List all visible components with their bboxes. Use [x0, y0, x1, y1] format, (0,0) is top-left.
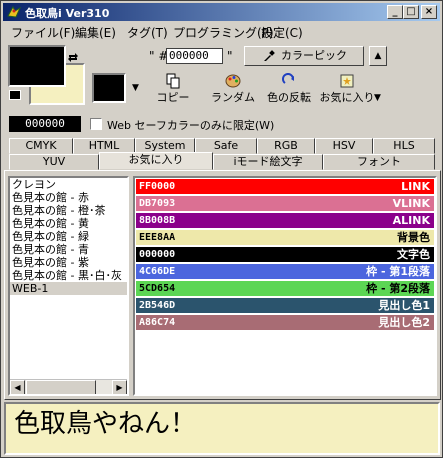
tab-hls[interactable]: HLS: [373, 138, 435, 154]
invert-button[interactable]: 色の反転: [263, 73, 315, 105]
color-entry-row[interactable]: 8B008B ALINK: [136, 213, 434, 229]
collapse-up-button[interactable]: ▲: [369, 46, 387, 66]
invert-icon: [282, 73, 294, 84]
list-item[interactable]: 色見本の館 - 緑: [10, 230, 127, 243]
websafe-checkbox[interactable]: [90, 118, 102, 130]
color-entry-name: LINK: [401, 180, 430, 193]
copy-icon: [166, 73, 180, 89]
color-entry-row[interactable]: EEE8AA 背景色: [136, 230, 434, 246]
list-item[interactable]: 色見本の館 - 黒･白･灰: [10, 269, 127, 282]
color-pick-button[interactable]: カラーピック: [244, 46, 364, 66]
tab-imode-emoji[interactable]: iモード絵文字: [213, 154, 323, 170]
color-entry-hex: DB7093: [139, 198, 176, 209]
list-item[interactable]: 色見本の館 - 橙･茶: [10, 204, 127, 217]
favorite-dropdown-icon[interactable]: ▼: [374, 93, 381, 103]
color-entry-hex: 4C66DE: [139, 266, 176, 277]
scroll-thumb[interactable]: [26, 380, 96, 394]
maximize-icon: □: [406, 6, 416, 17]
favorite-button[interactable]: お気に入り: [319, 73, 375, 105]
color-entry-row[interactable]: FF0000 LINK: [136, 179, 434, 195]
tab-rgb[interactable]: RGB: [257, 138, 315, 154]
menu-settings[interactable]: 設定(C): [261, 24, 303, 41]
scroll-left-icon[interactable]: ◀: [10, 380, 25, 394]
color-entry-hex: 5CD654: [139, 283, 176, 294]
random-label: ランダム: [211, 91, 255, 104]
favorites-list[interactable]: クレヨン 色見本の館 - 赤 色見本の館 - 橙･茶 色見本の館 - 黄 色見本…: [8, 176, 129, 396]
close-icon: ×: [424, 6, 434, 17]
color-entry-row[interactable]: 4C66DE 枠 - 第1段落: [136, 264, 434, 280]
list-item[interactable]: クレヨン: [10, 178, 127, 191]
favorite-icon: [340, 74, 354, 88]
menu-tag[interactable]: タグ(T): [127, 24, 168, 41]
color-entry-row[interactable]: 2B546D 見出し色1: [136, 298, 434, 314]
preview-text: 色取鳥やねん！: [4, 402, 440, 455]
color-entry-name: 枠 - 第1段落: [366, 265, 430, 278]
tab-hsv[interactable]: HSV: [315, 138, 373, 154]
color-entry-row[interactable]: DB7093 VLINK: [136, 196, 434, 212]
list-item[interactable]: 色見本の館 - 黄: [10, 217, 127, 230]
small-color-swatch[interactable]: [92, 73, 126, 103]
color-entry-name: 文字色: [397, 248, 430, 261]
color-entry-name: 見出し色1: [378, 299, 430, 312]
list-item-selected[interactable]: WEB-1: [10, 282, 127, 295]
maximize-button[interactable]: □: [403, 5, 419, 19]
websafe-label[interactable]: Web セーフカラーのみに限定(W): [107, 117, 274, 133]
color-entry-name: VLINK: [392, 197, 430, 210]
color-entry-name: 背景色: [397, 231, 430, 244]
list-item[interactable]: 色見本の館 - 赤: [10, 191, 127, 204]
menu-file[interactable]: ファイル(F): [11, 24, 75, 41]
favorite-label: お気に入り: [319, 91, 375, 104]
tab-font[interactable]: フォント: [323, 154, 435, 170]
reset-colors-icon[interactable]: [9, 90, 21, 100]
color-entry-hex: 2B546D: [139, 300, 176, 311]
color-entry-row[interactable]: 5CD654 枠 - 第2段落: [136, 281, 434, 297]
color-entry-hex: 000000: [139, 249, 176, 260]
menu-bar: ファイル(F) 編集(E) タグ(T) プログラミング(P) 設定(C): [3, 22, 440, 40]
swap-colors-icon[interactable]: [67, 51, 79, 63]
color-entry-row[interactable]: 000000 文字色: [136, 247, 434, 263]
scroll-right-icon[interactable]: ▶: [112, 380, 127, 394]
chevron-down-icon[interactable]: ▼: [132, 83, 139, 93]
hex-input[interactable]: 000000: [166, 48, 223, 64]
color-entry-name: ALINK: [392, 214, 430, 227]
tab-cmyk[interactable]: CMYK: [9, 138, 73, 154]
hex-suffix: ": [227, 49, 233, 63]
menu-edit[interactable]: 編集(E): [75, 24, 116, 41]
window-title: 色取鳥i Ver310: [25, 7, 110, 20]
list-item[interactable]: 色見本の館 - 青: [10, 243, 127, 256]
color-entry-list[interactable]: FF0000 LINK DB7093 VLINK 8B008B ALINK EEE8AA 背景…: [133, 176, 437, 396]
palette-icon: [225, 74, 241, 88]
copy-label: コピー: [156, 91, 190, 104]
title-bar: 色取鳥i Ver310 _ □ ×: [3, 3, 440, 21]
current-hex-display: 000000: [9, 116, 81, 132]
app-bird-icon: [7, 5, 22, 18]
minimize-icon: _: [392, 6, 398, 17]
eyedropper-icon: [264, 50, 275, 61]
minimize-button[interactable]: _: [387, 5, 403, 19]
copy-button[interactable]: コピー: [151, 73, 195, 105]
color-entry-row[interactable]: A86C74 見出し色2: [136, 315, 434, 331]
horizontal-scrollbar[interactable]: ◀ ▶: [10, 379, 127, 394]
color-entry-hex: A86C74: [139, 317, 176, 328]
random-button[interactable]: ランダム: [209, 73, 257, 105]
foreground-color-swatch-front[interactable]: [8, 45, 66, 87]
invert-label: 色の反転: [267, 91, 311, 104]
color-entry-name: 見出し色2: [378, 316, 430, 329]
list-item[interactable]: 色見本の館 - 紫: [10, 256, 127, 269]
triangle-up-icon: ▲: [374, 51, 382, 61]
color-entry-hex: EEE8AA: [139, 232, 176, 243]
color-entry-name: 枠 - 第2段落: [366, 282, 430, 295]
menu-programming[interactable]: プログラミング(P): [173, 24, 274, 41]
color-entry-hex: 8B008B: [139, 215, 176, 226]
app-window: 色取鳥i Ver310 _ □ × ファイル(F) 編集(E) タグ(T) プロ…: [0, 0, 443, 458]
tab-favorites[interactable]: お気に入り: [99, 152, 213, 170]
close-button[interactable]: ×: [421, 5, 437, 19]
tab-yuv[interactable]: YUV: [9, 154, 99, 170]
color-entry-hex: FF0000: [139, 181, 176, 192]
color-pick-label: カラーピック: [281, 49, 347, 62]
